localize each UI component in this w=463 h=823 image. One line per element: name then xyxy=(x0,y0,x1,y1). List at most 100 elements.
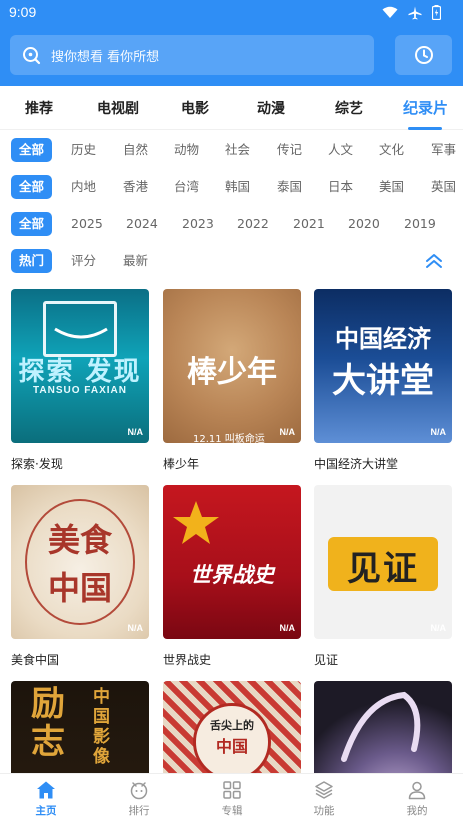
filter-year-option[interactable]: 2020 xyxy=(348,212,380,236)
card-title: 美食中国 xyxy=(11,653,60,667)
poster-subtext: 中国影像 xyxy=(93,687,110,767)
filter-region-option[interactable]: 泰国 xyxy=(277,175,302,199)
filter-year-option[interactable]: 2021 xyxy=(293,212,325,236)
bottom-navigation: 主页 排行 专辑 功能 我的 xyxy=(0,773,463,823)
nav-home[interactable]: 主页 xyxy=(21,780,71,818)
documentary-card[interactable]: 世界战史 N/A 世界战史 xyxy=(163,485,301,667)
filter-region-option[interactable]: 香港 xyxy=(123,175,148,199)
filter-region-option[interactable]: 英国 xyxy=(431,175,456,199)
filter-region-all[interactable]: 全部 xyxy=(11,175,53,199)
filter-row-region: 全部 内地 香港 台湾 韩国 泰国 日本 美国 英国 xyxy=(11,175,463,199)
poster-text: 中国经济 xyxy=(335,325,431,353)
category-tabs: 推荐 电视剧 电影 动漫 综艺 纪录片 xyxy=(0,86,463,130)
filter-category-option[interactable]: 军事 xyxy=(431,138,456,162)
score-badge: N/A xyxy=(430,427,447,437)
filter-category-option[interactable]: 社会 xyxy=(225,138,250,162)
status-time: 9:09 xyxy=(9,4,37,20)
tab-recommend[interactable]: 推荐 xyxy=(25,98,53,118)
status-icons xyxy=(382,5,441,20)
poster-text: 见证 xyxy=(347,549,419,589)
tab-anime[interactable]: 动漫 xyxy=(257,98,285,118)
documentary-card[interactable]: 棒少年 12.11 叫板命运 N/A 棒少年 xyxy=(163,289,301,471)
grid-icon xyxy=(223,781,241,799)
filter-year-option[interactable]: 2023 xyxy=(182,212,214,236)
documentary-card[interactable]: 探索 发现 TANSUO FAXIAN N/A 探索·发现 xyxy=(11,289,149,471)
poster-image: 中国经济 大讲堂 N/A xyxy=(314,289,452,443)
clock-icon xyxy=(414,46,433,64)
nav-functions[interactable]: 功能 xyxy=(299,780,349,818)
poster-image: 世界战史 N/A xyxy=(163,485,301,639)
nav-ranking[interactable]: 排行 xyxy=(114,780,164,818)
filter-row-year: 全部 2025 2024 2023 2022 2021 2020 2019 xyxy=(11,212,463,236)
score-badge: N/A xyxy=(430,623,447,633)
filter-year-option[interactable]: 2019 xyxy=(404,212,436,236)
filter-category-option[interactable]: 历史 xyxy=(71,138,96,162)
poster-subtext: 大讲堂 xyxy=(332,361,434,401)
layers-icon xyxy=(315,781,333,799)
search-bar[interactable]: 搜你想看 看你所想 xyxy=(10,35,374,75)
sort-latest[interactable]: 最新 xyxy=(123,249,148,273)
nav-albums[interactable]: 专辑 xyxy=(207,780,257,818)
poster-subtext: 中国 xyxy=(47,569,112,607)
card-title: 棒少年 xyxy=(163,457,200,471)
sort-hot[interactable]: 热门 xyxy=(11,249,53,273)
filter-region-option[interactable]: 内地 xyxy=(71,175,96,199)
tab-movies[interactable]: 电影 xyxy=(181,98,209,118)
filter-category-all[interactable]: 全部 xyxy=(11,138,53,162)
documentary-card[interactable]: 中国经济 大讲堂 N/A 中国经济大讲堂 xyxy=(314,289,452,471)
tab-documentary[interactable]: 纪录片 xyxy=(403,97,448,118)
poster-subtext: 中国 xyxy=(215,737,248,756)
poster-text: 棒少年 xyxy=(187,355,277,390)
nav-profile[interactable]: 我的 xyxy=(392,780,442,818)
wifi-icon xyxy=(382,6,398,18)
status-bar: 9:09 xyxy=(0,0,463,26)
poster-image: 美食 中国 N/A xyxy=(11,485,149,639)
filter-category-option[interactable]: 动物 xyxy=(174,138,199,162)
nav-label: 我的 xyxy=(406,805,428,817)
documentary-card[interactable]: 美食 中国 N/A 美食中国 xyxy=(11,485,149,667)
sort-rating[interactable]: 评分 xyxy=(71,249,96,273)
nav-label: 主页 xyxy=(35,805,57,817)
app-header: 9:09 搜你想看 看你所想 xyxy=(0,0,463,86)
tab-variety[interactable]: 综艺 xyxy=(335,98,363,118)
card-title: 中国经济大讲堂 xyxy=(314,457,399,471)
score-badge: N/A xyxy=(127,623,144,633)
poster-text: 探索 发现 xyxy=(18,357,142,387)
home-icon xyxy=(37,781,55,799)
filter-region-option[interactable]: 美国 xyxy=(379,175,404,199)
filter-category-option[interactable]: 自然 xyxy=(123,138,148,162)
poster-text: 舌尖上的 xyxy=(210,719,254,732)
nav-label: 排行 xyxy=(128,805,150,817)
tab-tv-series[interactable]: 电视剧 xyxy=(97,98,139,118)
nav-label: 功能 xyxy=(313,805,335,817)
filter-row-sort: 热门 评分 最新 xyxy=(11,249,463,273)
tab-active-indicator xyxy=(408,127,442,130)
filter-category-option[interactable]: 人文 xyxy=(328,138,353,162)
filter-region-option[interactable]: 日本 xyxy=(328,175,353,199)
ranking-icon xyxy=(130,782,148,800)
history-button[interactable] xyxy=(395,35,452,75)
filter-region-option[interactable]: 韩国 xyxy=(225,175,250,199)
filter-row-category: 全部 历史 自然 动物 社会 传记 人文 文化 军事 xyxy=(11,138,463,162)
card-title: 世界战史 xyxy=(163,653,212,667)
documentary-card[interactable]: 见证 N/A 见证 xyxy=(314,485,452,667)
filter-year-option[interactable]: 2024 xyxy=(126,212,158,236)
card-title: 见证 xyxy=(314,653,339,667)
poster-image: 见证 N/A xyxy=(314,485,452,639)
poster-text: 世界战史 xyxy=(190,563,274,587)
user-icon xyxy=(408,781,426,800)
poster-image: 棒少年 12.11 叫板命运 N/A xyxy=(163,289,301,443)
filter-year-all[interactable]: 全部 xyxy=(11,212,53,236)
filter-category-option[interactable]: 文化 xyxy=(379,138,404,162)
filter-region-option[interactable]: 台湾 xyxy=(174,175,199,199)
filter-year-option[interactable]: 2025 xyxy=(71,212,103,236)
battery-icon xyxy=(432,5,441,20)
filter-category-option[interactable]: 传记 xyxy=(277,138,302,162)
collapse-filters-icon[interactable] xyxy=(424,253,444,269)
search-icon xyxy=(23,46,41,64)
airplane-icon xyxy=(408,6,422,19)
search-placeholder: 搜你想看 看你所想 xyxy=(51,49,160,65)
filter-year-option[interactable]: 2022 xyxy=(237,212,269,236)
poster-text: 美食 xyxy=(47,521,112,559)
poster-subtext: TANSUO FAXIAN xyxy=(33,385,127,396)
